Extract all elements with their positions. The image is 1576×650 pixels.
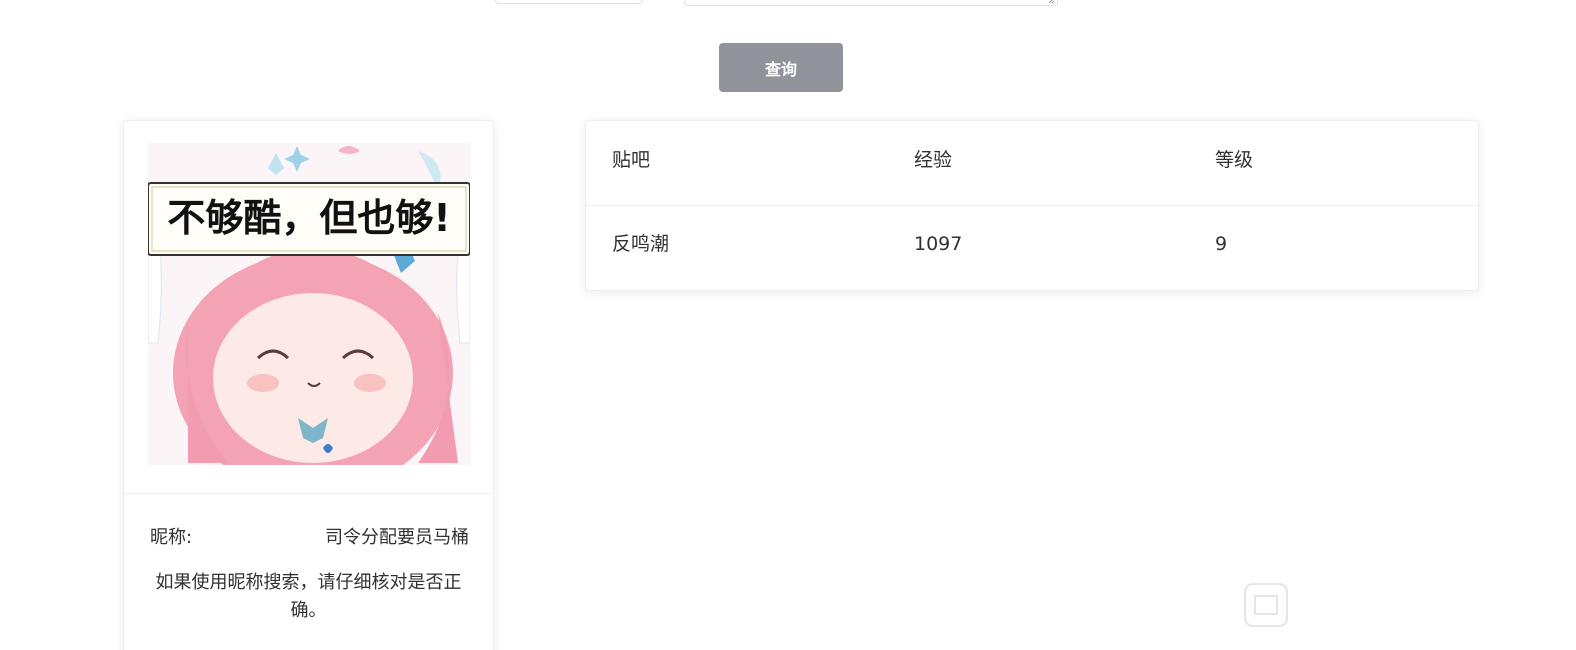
nickname-value: 司令分配要员马桶 (325, 527, 469, 548)
query-textarea[interactable] (684, 0, 1058, 6)
cell-level: 9 (1215, 233, 1228, 255)
watermark-logo-icon (1244, 583, 1288, 627)
exp-table: 贴吧 经验 等级 反鸣潮 1097 9 (585, 120, 1479, 291)
banner-text: 不够酷，但也够! (167, 196, 450, 240)
nickname-row: 昵称: 司令分配要员马桶 (150, 523, 469, 549)
table-header-row: 贴吧 经验 等级 (586, 121, 1478, 206)
profile-card: 不够酷，但也够! 昵称: 司令分配要员马桶 如果使用昵称搜索，请仔细核对是否正确… (123, 120, 494, 650)
cell-exp: 1097 (914, 233, 963, 255)
table-row: 反鸣潮 1097 9 (586, 205, 1478, 289)
resize-handle-icon[interactable] (1047, 0, 1055, 4)
tieba-select[interactable] (495, 0, 643, 4)
cell-tieba: 反鸣潮 (612, 233, 670, 255)
nickname-label: 昵称: (150, 527, 193, 548)
card-divider (124, 493, 493, 494)
header-exp: 经验 (914, 149, 953, 171)
page: 查询 不够酷，但也够! 昵称: 司令分配要员马桶 如果使用昵称搜索，请仔细核对是… (0, 0, 1576, 650)
nickname-note: 如果使用昵称搜索，请仔细核对是否正确。 (155, 572, 462, 621)
avatar-illustration: 不够酷，但也够! (148, 143, 470, 465)
header-level: 等级 (1215, 149, 1254, 171)
query-button[interactable]: 查询 (719, 43, 843, 92)
header-tieba: 贴吧 (612, 149, 651, 171)
avatar: 不够酷，但也够! (148, 143, 470, 465)
